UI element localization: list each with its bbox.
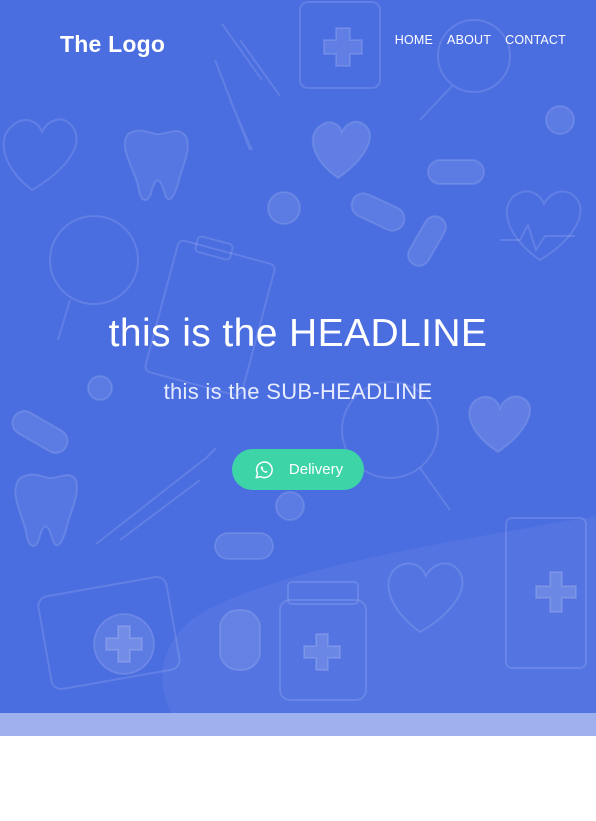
main-nav: HOME ABOUT CONTACT bbox=[395, 33, 566, 47]
nav-home[interactable]: HOME bbox=[395, 33, 433, 47]
nav-about[interactable]: ABOUT bbox=[447, 33, 491, 47]
hero-section: The Logo HOME ABOUT CONTACT this is the … bbox=[0, 0, 596, 736]
whatsapp-icon bbox=[253, 459, 275, 481]
site-logo[interactable]: The Logo bbox=[60, 31, 165, 58]
hero-subheadline: this is the SUB-HEADLINE bbox=[163, 379, 433, 404]
hero-wave-shape bbox=[162, 516, 596, 736]
hero-headline: this is the HEADLINE bbox=[108, 312, 488, 355]
delivery-button-label: Delivery bbox=[288, 461, 344, 478]
hero-bottom-strip bbox=[0, 713, 596, 736]
nav-contact[interactable]: CONTACT bbox=[505, 33, 566, 47]
delivery-button[interactable]: Delivery bbox=[232, 449, 364, 490]
